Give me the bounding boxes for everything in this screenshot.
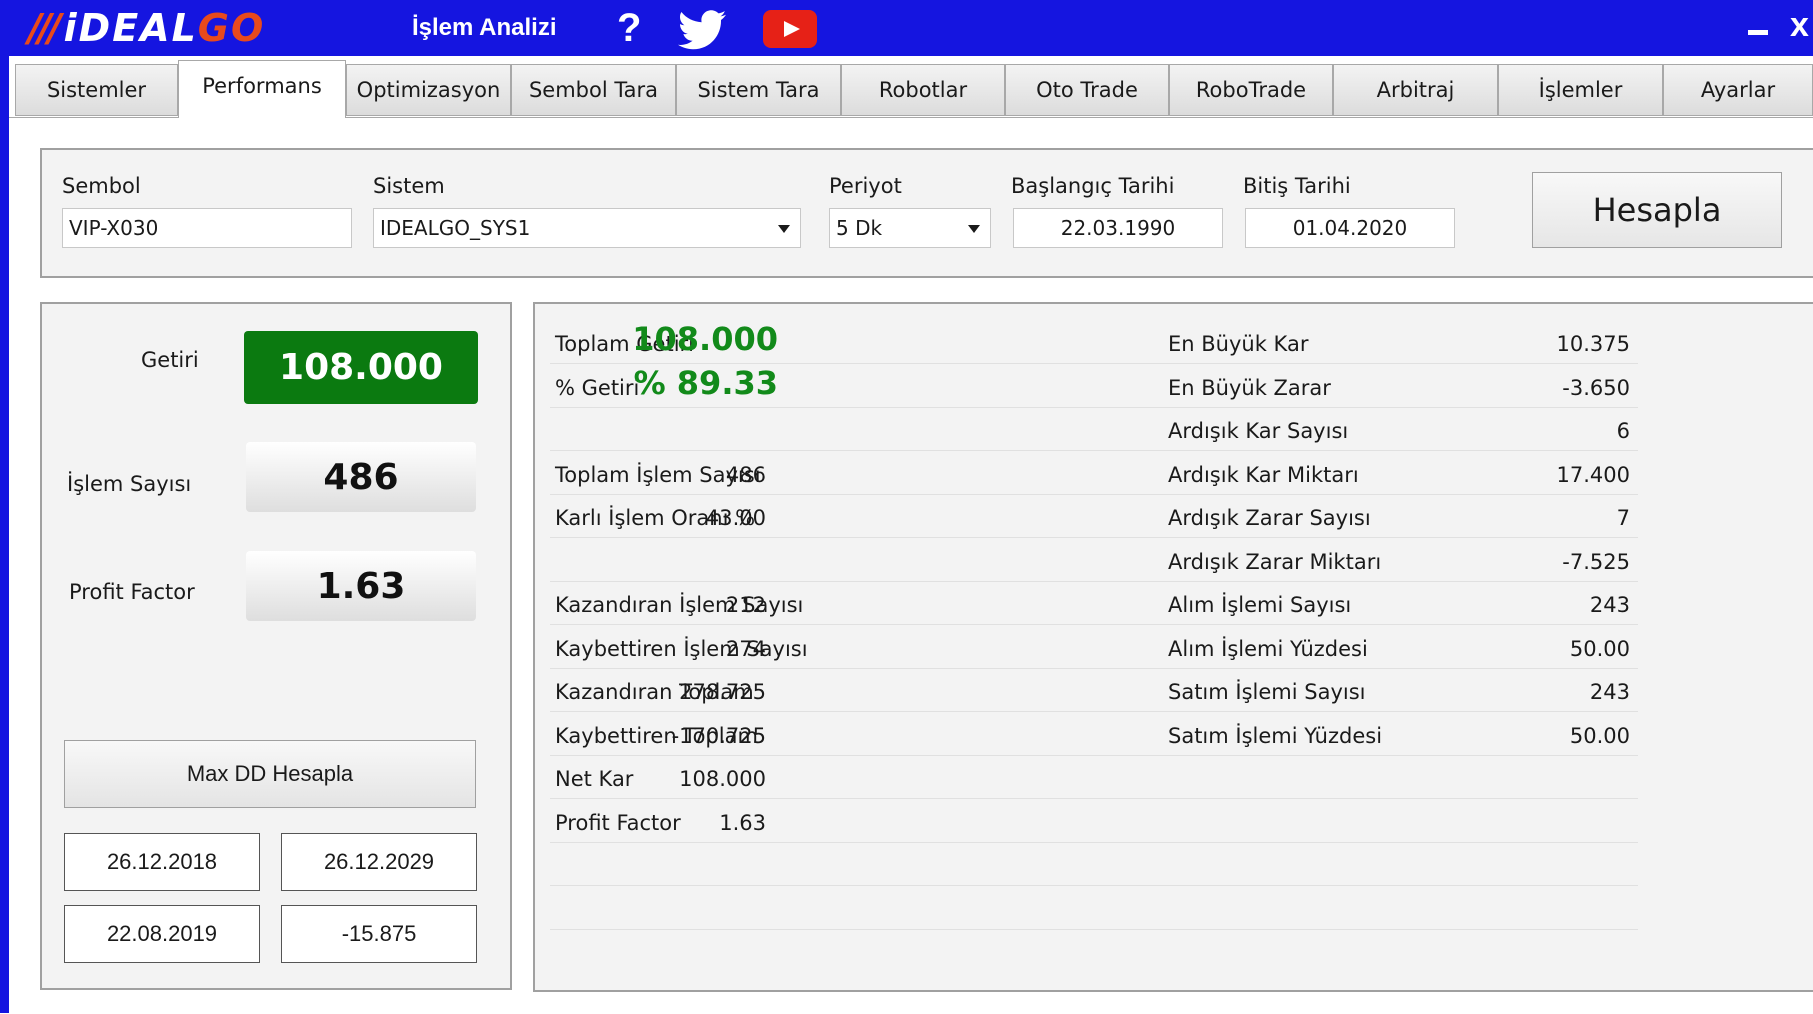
stat-value: 243 xyxy=(1589,593,1630,617)
logo-main: iDEAL xyxy=(63,6,198,50)
baslangic-date-input[interactable]: 22.03.1990 xyxy=(1013,208,1223,248)
stat-value: 7 xyxy=(1616,506,1630,530)
dd-value: -15.875 xyxy=(281,905,477,963)
tab-performans[interactable]: Performans xyxy=(178,60,346,118)
sembol-input[interactable]: VIP-X030 xyxy=(62,208,352,248)
stat-label: Alım İşlemi Yüzdesi xyxy=(1168,637,1368,661)
stat-value: -7.525 xyxy=(1562,550,1630,574)
stats-row: Kazandıran Toplam 278.725 Satım İşlemi Say… xyxy=(550,668,1638,712)
stat-value: 50.00 xyxy=(1569,724,1630,748)
stat-label: Net Kar xyxy=(555,767,634,791)
tab-robotlar[interactable]: Robotlar xyxy=(841,64,1005,116)
sembol-label: Sembol xyxy=(62,174,141,198)
stat-label: Satım İşlemi Yüzdesi xyxy=(1168,724,1383,748)
periyot-label: Periyot xyxy=(829,174,902,198)
tab-sistemler[interactable]: Sistemler xyxy=(15,64,178,116)
stat-value: 43.00 xyxy=(705,506,766,530)
stat-value: -3.650 xyxy=(1562,376,1630,400)
islem-sayisi-value: 486 xyxy=(246,442,476,512)
tab-sembol-tara[interactable]: Sembol Tara xyxy=(511,64,676,116)
youtube-icon[interactable] xyxy=(763,10,817,48)
stat-label: Ardışık Zarar Miktarı xyxy=(1168,550,1382,574)
sistem-label: Sistem xyxy=(373,174,445,198)
tab-ayarlar[interactable]: Ayarlar xyxy=(1663,64,1813,116)
profit-factor-label: Profit Factor xyxy=(69,580,195,604)
stats-row xyxy=(550,886,1638,930)
sistem-select[interactable]: IDEALGO_SYS1 xyxy=(373,208,801,248)
getiri-label: Getiri xyxy=(141,348,199,372)
logo-go: GO xyxy=(197,6,266,50)
islem-sayisi-label: İşlem Sayısı xyxy=(67,472,192,496)
tab-oto-trade[interactable]: Oto Trade xyxy=(1005,64,1169,116)
stat-value: 212 xyxy=(725,593,766,617)
stat-label: Ardışık Kar Sayısı xyxy=(1168,419,1349,443)
stat-value: 6 xyxy=(1616,419,1630,443)
dd-start-date: 26.12.2018 xyxy=(64,833,260,891)
chevron-down-icon xyxy=(778,225,790,233)
stat-value: 108.000 xyxy=(632,320,778,358)
stat-label: Alım İşlemi Sayısı xyxy=(1168,593,1352,617)
stat-label: En Büyük Kar xyxy=(1168,332,1309,356)
stat-value: 486 xyxy=(725,463,766,487)
minimize-icon[interactable] xyxy=(1748,30,1768,35)
hesapla-button[interactable]: Hesapla xyxy=(1532,172,1782,248)
help-icon[interactable]: ? xyxy=(617,6,641,51)
stat-label: % Getiri xyxy=(555,376,640,400)
max-dd-hesapla-button[interactable]: Max DD Hesapla xyxy=(64,740,476,808)
twitter-icon[interactable] xyxy=(676,10,728,50)
close-icon[interactable]: x xyxy=(1790,6,1809,45)
stats-row: Toplam Getiri 108.000 En Büyük Kar 10.375 xyxy=(550,320,1638,364)
stats-row: Karlı İşlem Oranı % 43.00 Ardışık Zarar Sa… xyxy=(550,494,1638,538)
window-title: İşlem Analizi xyxy=(412,14,557,41)
dd-end-date: 26.12.2029 xyxy=(281,833,477,891)
stat-value: 108.000 xyxy=(679,767,766,791)
tab-sistem-tara[interactable]: Sistem Tara xyxy=(676,64,841,116)
getiri-value: 108.000 xyxy=(244,331,478,404)
stats-row: Ardışık Zarar Miktarı -7.525 xyxy=(550,538,1638,582)
stat-label: Profit Factor xyxy=(555,811,681,835)
dd-peak-date: 22.08.2019 xyxy=(64,905,260,963)
stat-label: Ardışık Kar Miktarı xyxy=(1168,463,1359,487)
idealgo-logo: /// iDEAL GO xyxy=(28,6,265,50)
stat-value: 1.63 xyxy=(719,811,766,835)
stat-label: Satım İşlemi Sayısı xyxy=(1168,680,1366,704)
chevron-down-icon xyxy=(968,225,980,233)
window-left-border xyxy=(0,56,9,1013)
tab-islemler[interactable]: İşlemler xyxy=(1498,64,1663,116)
stats-row: Kaybettiren İşlem Sayısı 274 Alım İşlemi Y… xyxy=(550,625,1638,669)
stats-row: Kaybettiren Toplam -170.725 Satım İşlemi Y… xyxy=(550,712,1638,756)
tab-bar: Sistemler Performans Optimizasyon Sembol… xyxy=(15,60,1813,118)
bitis-date-input[interactable]: 01.04.2020 xyxy=(1245,208,1455,248)
stat-value: -170.725 xyxy=(671,724,766,748)
stats-row: Profit Factor 1.63 xyxy=(550,799,1638,843)
stats-row: Net Kar 108.000 xyxy=(550,755,1638,799)
baslangic-label: Başlangıç Tarihi xyxy=(1011,174,1175,198)
tab-optimizasyon[interactable]: Optimizasyon xyxy=(346,64,511,116)
profit-factor-value: 1.63 xyxy=(246,551,476,621)
stat-value: 278.725 xyxy=(679,680,766,704)
tab-arbitraj[interactable]: Arbitraj xyxy=(1333,64,1498,116)
stat-value: 17.400 xyxy=(1556,463,1630,487)
stats-row: % Getiri% 89.33 En Büyük Zarar -3.650 xyxy=(550,364,1638,408)
stats-row: Ardışık Kar Sayısı 6 xyxy=(550,407,1638,451)
sistem-select-value: IDEALGO_SYS1 xyxy=(380,216,531,240)
stat-value: 10.375 xyxy=(1556,332,1630,356)
tab-robotrade[interactable]: RoboTrade xyxy=(1169,64,1333,116)
stat-value: 50.00 xyxy=(1569,637,1630,661)
periyot-select[interactable]: 5 Dk xyxy=(829,208,991,248)
periyot-select-value: 5 Dk xyxy=(836,216,883,240)
stat-value: 243 xyxy=(1589,680,1630,704)
stat-value: 274 xyxy=(725,637,766,661)
logo-prefix: /// xyxy=(28,6,62,50)
bitis-label: Bitiş Tarihi xyxy=(1243,174,1351,198)
stat-label: En Büyük Zarar xyxy=(1168,376,1331,400)
stats-row xyxy=(550,842,1638,886)
stat-value: % 89.33 xyxy=(633,364,778,402)
stat-label: Kaybettiren İşlem Sayısı xyxy=(555,637,808,661)
stats-row: Kazandıran İşlem Sayısı 212 Alım İşlemi Sa… xyxy=(550,581,1638,625)
stat-label: Kazandıran İşlem Sayısı xyxy=(555,593,804,617)
stats-row: Toplam İşlem Sayısı 486 Ardışık Kar Miktar… xyxy=(550,451,1638,495)
stat-label: Ardışık Zarar Sayısı xyxy=(1168,506,1371,530)
title-bar: /// iDEAL GO İşlem Analizi ? x xyxy=(0,0,1813,56)
